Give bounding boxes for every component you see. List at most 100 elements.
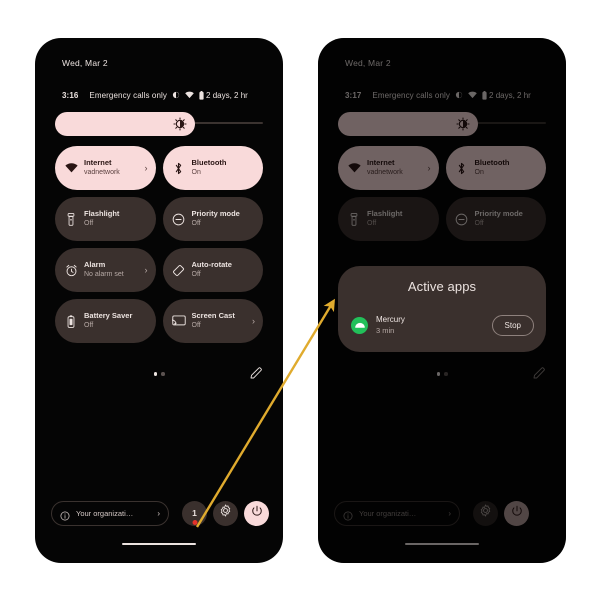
page-dot-2[interactable] — [161, 372, 165, 376]
wifi-icon — [347, 161, 361, 175]
chevron-right-icon: › — [157, 508, 160, 518]
tile-title: Flashlight — [84, 209, 120, 218]
quick-settings-tiles: Internet vadnetwork › Bluetooth On Flash… — [55, 146, 263, 343]
active-apps-button[interactable]: 1 — [182, 500, 207, 526]
active-app-duration: 3 min — [376, 326, 395, 335]
tile-subtitle: Off — [191, 322, 201, 329]
tile-title: Auto-rotate — [191, 260, 232, 269]
info-icon — [60, 508, 70, 521]
tile-bluetooth-text: Bluetooth On — [192, 158, 248, 178]
status-carrier: Emergency calls only — [89, 90, 168, 100]
chevron-right-icon[interactable]: › — [423, 163, 431, 173]
active-apps-screen: Wed, Mar 2 3:17 Emergency calls only 2 d… — [318, 38, 566, 563]
tile-priority-mode-text: Priority mode Off — [475, 209, 531, 229]
tile-alarm-text: Alarm No alarm set — [84, 260, 140, 280]
status-carrier: Emergency calls only — [372, 90, 451, 100]
tile-subtitle: Off — [474, 220, 484, 227]
tile-internet-text: Internet vadnetwork — [84, 158, 140, 178]
bluetooth-icon — [455, 161, 469, 175]
chevron-right-icon[interactable]: › — [247, 316, 255, 326]
organization-chip[interactable]: Your organizati… › — [334, 500, 460, 526]
tile-subtitle: vadnetwork — [84, 169, 120, 176]
tile-flashlight-text: Flashlight Off — [367, 209, 423, 229]
battery-icon — [482, 90, 487, 100]
tile-title: Screen Cast — [191, 311, 235, 320]
brightness-icon — [456, 117, 470, 131]
auto-rotate-icon — [172, 263, 186, 277]
power-button[interactable] — [504, 500, 529, 526]
brightness-slider[interactable] — [55, 112, 263, 136]
tile-auto-rotate[interactable]: Auto-rotate Off — [162, 248, 263, 292]
tile-screen-cast[interactable]: Screen Cast Off › — [162, 299, 263, 343]
tile-subtitle: On — [191, 169, 201, 176]
status-clock: 3:17 — [345, 90, 362, 100]
settings-button[interactable] — [213, 500, 238, 526]
tile-title: Priority mode — [191, 209, 240, 218]
tile-subtitle: On — [474, 169, 484, 176]
tile-title: Internet — [367, 158, 395, 167]
tile-bluetooth[interactable]: Bluetooth On — [162, 146, 263, 190]
tile-subtitle: Off — [191, 220, 201, 227]
active-app-name: Mercury — [376, 315, 405, 324]
bluetooth-icon — [172, 161, 186, 175]
pencil-icon[interactable] — [249, 366, 263, 380]
tile-title: Priority mode — [474, 209, 523, 218]
brightness-slider[interactable] — [338, 112, 546, 136]
tile-title: Flashlight — [367, 209, 403, 218]
active-app-meta: Mercury 3 min — [376, 314, 492, 336]
tile-priority-mode-text: Priority mode Off — [192, 209, 248, 229]
tile-battery-saver[interactable]: Battery Saver Off — [55, 299, 156, 343]
tile-title: Bluetooth — [191, 158, 227, 167]
tile-alarm[interactable]: Alarm No alarm set › — [55, 248, 156, 292]
tile-priority-mode[interactable]: Priority mode Off — [162, 197, 263, 241]
navigation-bar-handle[interactable] — [122, 542, 196, 545]
tile-subtitle: Off — [367, 220, 377, 227]
flashlight-icon — [64, 212, 78, 226]
footer-bar: Your organizati… › — [334, 500, 552, 526]
tile-priority-mode[interactable]: Priority mode Off — [445, 197, 546, 241]
vibrate-icon — [172, 91, 180, 99]
tile-internet-text: Internet vadnetwork — [367, 158, 423, 178]
organization-label: Your organizati… — [76, 508, 134, 518]
page-indicator — [35, 368, 283, 380]
minus-circle-icon — [455, 212, 469, 226]
tile-subtitle: vadnetwork — [367, 169, 403, 176]
active-app-row: Mercury 3 min Stop — [351, 312, 534, 338]
chevron-right-icon[interactable]: › — [140, 163, 148, 173]
navigation-bar-handle[interactable] — [405, 542, 479, 545]
page-dot-1[interactable] — [153, 372, 157, 376]
chevron-right-icon[interactable]: › — [140, 265, 148, 275]
footer-bar: Your organizati… › 1 — [51, 500, 269, 526]
battery-estimate: 2 days, 2 hr — [489, 90, 531, 100]
wifi-icon — [64, 161, 78, 175]
power-icon — [511, 504, 523, 522]
power-button[interactable] — [244, 500, 269, 526]
stop-button[interactable]: Stop — [491, 314, 534, 336]
screen-cast-icon — [171, 314, 186, 328]
organization-chip[interactable]: Your organizati… › — [51, 500, 169, 526]
status-date: Wed, Mar 2 — [62, 58, 108, 68]
tile-title: Battery Saver — [84, 311, 133, 320]
power-icon — [251, 504, 263, 522]
page-dot-2[interactable] — [444, 372, 448, 376]
wifi-icon — [185, 91, 194, 99]
tile-flashlight-text: Flashlight Off — [84, 209, 140, 229]
tile-bluetooth-text: Bluetooth On — [475, 158, 531, 178]
battery-estimate: 2 days, 2 hr — [206, 90, 248, 100]
quick-settings-tiles: Internet vadnetwork › Bluetooth On Flash… — [338, 146, 546, 241]
status-clock: 3:16 — [62, 90, 79, 100]
phone-left: Wed, Mar 2 3:16 Emergency calls only 2 d… — [35, 38, 283, 563]
tile-internet[interactable]: Internet vadnetwork › — [55, 146, 156, 190]
pencil-icon[interactable] — [532, 366, 546, 380]
tile-flashlight[interactable]: Flashlight Off — [55, 197, 156, 241]
screenshot-stage: Wed, Mar 2 3:16 Emergency calls only 2 d… — [0, 0, 600, 600]
settings-button[interactable] — [473, 500, 498, 526]
tile-subtitle: No alarm set — [84, 271, 124, 278]
wifi-icon — [468, 91, 477, 99]
gear-icon — [479, 504, 492, 522]
tile-internet[interactable]: Internet vadnetwork › — [338, 146, 439, 190]
tile-bluetooth[interactable]: Bluetooth On — [445, 146, 546, 190]
info-icon — [343, 508, 353, 521]
page-dot-1[interactable] — [436, 372, 440, 376]
tile-flashlight[interactable]: Flashlight Off — [338, 197, 439, 241]
